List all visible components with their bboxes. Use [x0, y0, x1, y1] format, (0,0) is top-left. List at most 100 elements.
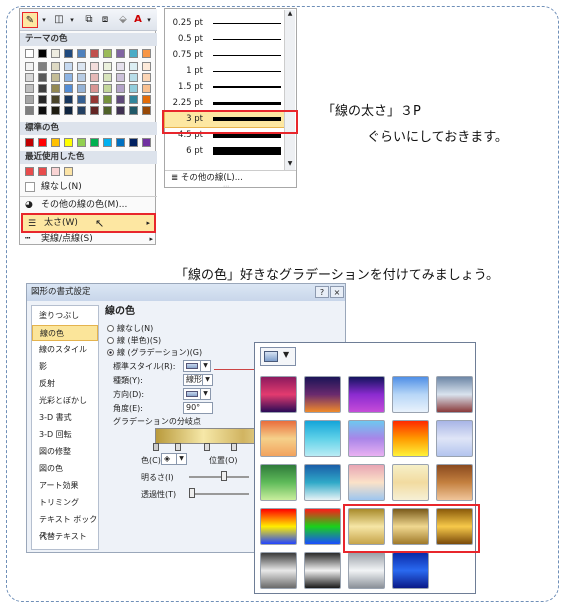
theme-color-swatch[interactable] — [38, 73, 47, 82]
standard-color-swatch[interactable] — [51, 138, 60, 147]
gradient-preset[interactable] — [260, 420, 297, 457]
stop-handle-4[interactable] — [231, 443, 237, 451]
standard-color-swatch[interactable] — [25, 138, 34, 147]
theme-color-swatch[interactable] — [90, 49, 99, 58]
gradient-preset[interactable] — [304, 376, 341, 413]
theme-color-swatch[interactable] — [116, 84, 125, 93]
type-dropdown[interactable]: 線形 ▼ — [183, 374, 213, 386]
gradient-preset[interactable] — [348, 552, 385, 589]
standard-color-swatch[interactable] — [116, 138, 125, 147]
theme-color-swatch[interactable] — [129, 106, 138, 115]
stop-handle-2[interactable] — [175, 443, 181, 451]
theme-color-swatch[interactable] — [90, 84, 99, 93]
theme-color-swatch[interactable] — [90, 73, 99, 82]
sidebar-item[interactable]: 3-D 回転 — [32, 427, 98, 443]
theme-color-swatch[interactable] — [64, 73, 73, 82]
gradient-preset[interactable] — [304, 464, 341, 501]
more-lines-item[interactable]: ≣ その他の線(L)... — [171, 171, 243, 185]
direction-dropdown[interactable]: ▼ — [183, 388, 211, 400]
standard-color-swatch[interactable] — [103, 138, 112, 147]
theme-color-swatch[interactable] — [38, 84, 47, 93]
scroll-down-icon[interactable]: ▼ — [285, 160, 295, 170]
theme-color-swatch[interactable] — [142, 73, 151, 82]
theme-color-swatch[interactable] — [25, 95, 34, 104]
theme-color-swatch[interactable] — [129, 62, 138, 71]
theme-color-swatch[interactable] — [51, 62, 60, 71]
theme-color-swatch[interactable] — [38, 49, 47, 58]
theme-color-swatch[interactable] — [103, 62, 112, 71]
theme-color-swatch[interactable] — [64, 95, 73, 104]
theme-color-swatch[interactable] — [77, 106, 86, 115]
theme-color-swatch[interactable] — [77, 62, 86, 71]
gradient-preset[interactable] — [260, 464, 297, 501]
theme-color-swatch[interactable] — [90, 62, 99, 71]
theme-color-swatch[interactable] — [51, 106, 60, 115]
weight-option[interactable]: 2.25 pt — [165, 95, 285, 111]
gradient-preset[interactable] — [260, 552, 297, 589]
standard-color-swatch[interactable] — [64, 138, 73, 147]
gradient-preset[interactable] — [304, 552, 341, 589]
weight-option[interactable]: 0.25 pt — [165, 15, 285, 31]
recent-color-swatch[interactable] — [25, 167, 34, 176]
chevron-down-icon[interactable]: ▾ — [68, 12, 76, 28]
sidebar-item[interactable]: 影 — [32, 359, 98, 375]
theme-color-swatch[interactable] — [103, 49, 112, 58]
standard-color-swatch[interactable] — [129, 138, 138, 147]
theme-color-swatch[interactable] — [90, 106, 99, 115]
theme-color-swatch[interactable] — [142, 106, 151, 115]
gradient-preset[interactable] — [392, 420, 429, 457]
transparency-slider[interactable] — [189, 493, 249, 495]
theme-color-swatch[interactable] — [51, 49, 60, 58]
sidebar-item[interactable]: 光彩とぼかし — [32, 393, 98, 409]
theme-color-swatch[interactable] — [129, 84, 138, 93]
theme-color-swatch[interactable] — [103, 84, 112, 93]
theme-color-swatch[interactable] — [51, 73, 60, 82]
bring-forward-icon[interactable]: ⧉ — [82, 12, 96, 28]
sidebar-item[interactable]: 線のスタイル — [32, 342, 98, 358]
theme-color-swatch[interactable] — [64, 49, 73, 58]
theme-color-swatch[interactable] — [103, 106, 112, 115]
theme-color-swatch[interactable] — [116, 73, 125, 82]
weight-option[interactable]: 0.5 pt — [165, 31, 285, 47]
theme-color-swatch[interactable] — [25, 49, 34, 58]
standard-color-swatch[interactable] — [38, 138, 47, 147]
theme-color-swatch[interactable] — [142, 49, 151, 58]
gradient-preset[interactable] — [348, 464, 385, 501]
angle-input[interactable]: 90° — [183, 402, 213, 414]
gradient-preset[interactable] — [304, 420, 341, 457]
theme-color-swatch[interactable] — [142, 95, 151, 104]
theme-color-swatch[interactable] — [129, 95, 138, 104]
theme-color-swatch[interactable] — [116, 62, 125, 71]
gradient-preset[interactable] — [260, 376, 297, 413]
gradient-preset[interactable] — [392, 552, 429, 589]
send-backward-icon[interactable]: ⧈ — [98, 12, 112, 28]
theme-color-swatch[interactable] — [25, 84, 34, 93]
sidebar-item[interactable]: テキスト ボックス — [32, 512, 98, 540]
stop-color-dropdown[interactable]: ◈ ▼ — [161, 453, 187, 465]
theme-color-swatch[interactable] — [142, 84, 151, 93]
theme-color-swatch[interactable] — [51, 95, 60, 104]
weight-item[interactable]: ☰ 太さ(W) ▸ — [21, 213, 156, 233]
gradient-preset[interactable] — [260, 508, 297, 545]
theme-color-swatch[interactable] — [116, 106, 125, 115]
sidebar-item[interactable]: アート効果 — [32, 478, 98, 494]
theme-color-swatch[interactable] — [25, 62, 34, 71]
theme-color-swatch[interactable] — [116, 49, 125, 58]
font-color-icon[interactable]: A — [132, 12, 144, 28]
shape-effects-icon[interactable]: ◫ — [52, 12, 66, 28]
brightness-slider[interactable] — [189, 476, 249, 478]
weight-option[interactable]: 1 pt — [165, 63, 285, 79]
standard-color-swatch[interactable] — [77, 138, 86, 147]
scrollbar[interactable]: ▲ ▼ — [284, 10, 295, 170]
stop-handle-1[interactable] — [153, 443, 159, 451]
gradient-preset[interactable] — [392, 376, 429, 413]
theme-color-swatch[interactable] — [25, 73, 34, 82]
gradient-preset[interactable] — [436, 420, 473, 457]
chevron-down-icon[interactable]: ▾ — [40, 12, 48, 28]
radio-solid-line[interactable]: 線 (単色)(S) — [107, 335, 161, 346]
fill-color-icon[interactable]: ⬙ — [116, 12, 130, 28]
sidebar-item[interactable]: 線の色 — [32, 325, 98, 341]
theme-color-swatch[interactable] — [77, 84, 86, 93]
resize-grip-icon[interactable]: ⋯ — [223, 183, 229, 190]
theme-color-swatch[interactable] — [103, 73, 112, 82]
